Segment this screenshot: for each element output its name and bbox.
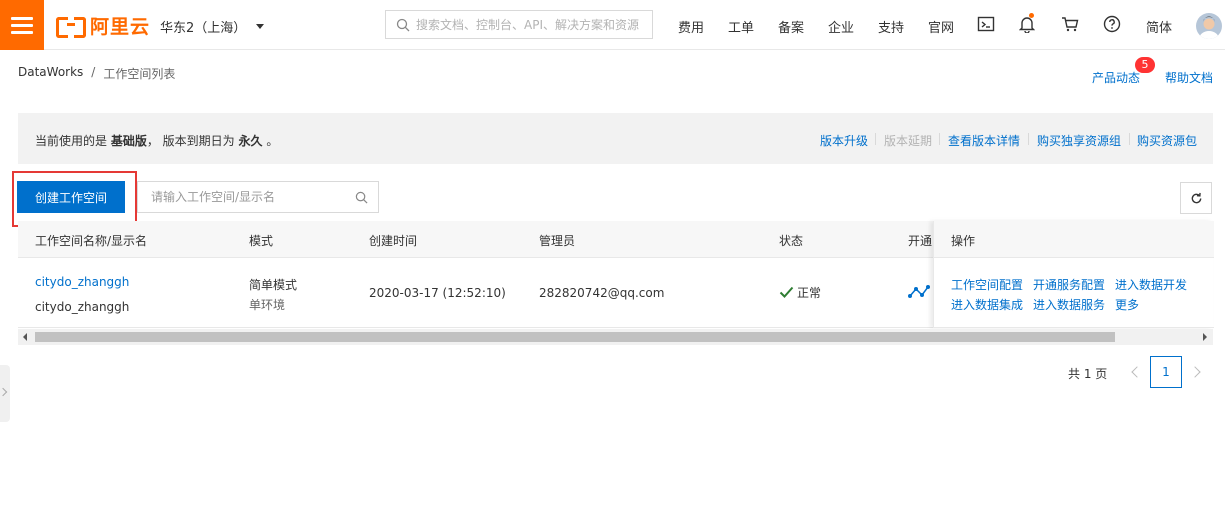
search-icon — [396, 18, 410, 31]
breadcrumb-root[interactable]: DataWorks — [18, 65, 83, 82]
horizontal-scrollbar[interactable] — [18, 329, 1213, 345]
edition-info-banner: 当前使用的是 基础版， 版本到期日为 永久 。 版本升级 版本延期 查看版本详情… — [18, 113, 1213, 164]
nav-icp[interactable]: 备案 — [778, 17, 804, 36]
breadcrumb-separator: / — [91, 65, 96, 79]
version-details-link[interactable]: 查看版本详情 — [948, 132, 1020, 149]
edition-suffix: 。 — [266, 134, 279, 148]
upgrade-link[interactable]: 版本升级 — [820, 132, 868, 149]
data-integration-link[interactable]: 进入数据集成 — [951, 296, 1023, 313]
global-search[interactable] — [385, 10, 653, 39]
edition-expiry: 永久 — [238, 134, 263, 148]
col-mode: 模式 — [249, 234, 274, 248]
nav-fees[interactable]: 费用 — [678, 17, 704, 36]
col-name: 工作空间名称/显示名 — [35, 234, 148, 248]
region-label: 华东2（上海） — [160, 21, 247, 36]
service-graph-icon[interactable] — [908, 284, 930, 300]
workspace-name-link[interactable]: citydo_zhanggh — [35, 275, 129, 289]
buy-resource-group-link[interactable]: 购买独享资源组 — [1037, 132, 1121, 149]
aliyun-logo[interactable]: 阿里云 — [56, 13, 151, 38]
workspace-admin: 282820742@qq.com — [539, 286, 665, 300]
workspace-created-time: 2020-03-17 (12:52:10) — [369, 286, 506, 300]
help-docs-link[interactable]: 帮助文档 — [1165, 69, 1213, 86]
col-created: 创建时间 — [369, 234, 418, 248]
status-text: 正常 — [797, 286, 822, 300]
nav-enterprise[interactable]: 企业 — [828, 17, 854, 36]
workspace-display-name: citydo_zhanggh — [35, 300, 130, 314]
more-actions-link[interactable]: 更多 — [1115, 296, 1139, 313]
page-1-button[interactable]: 1 — [1150, 356, 1182, 388]
divider — [1028, 133, 1029, 145]
notification-button[interactable] — [1018, 13, 1037, 34]
edition-middle: ， 版本到期日为 — [146, 134, 235, 148]
actions-column: 操作 工作空间配置 开通服务配置 进入数据开发 进入数据集成 进入数据服务 更多 — [933, 221, 1214, 328]
workspace-search-input[interactable] — [151, 190, 351, 204]
language-switch[interactable]: 简体 — [1146, 17, 1172, 36]
search-icon[interactable] — [355, 191, 368, 204]
refresh-icon — [1191, 192, 1201, 203]
col-status: 状态 — [779, 234, 804, 248]
region-selector[interactable]: 华东2（上海） — [160, 17, 265, 36]
buy-resource-pack-link[interactable]: 购买资源包 — [1137, 132, 1197, 149]
create-workspace-button[interactable]: 创建工作空间 — [17, 181, 125, 213]
data-development-link[interactable]: 进入数据开发 — [1115, 276, 1187, 293]
scroll-left-icon[interactable] — [23, 333, 27, 341]
actions-cell: 工作空间配置 开通服务配置 进入数据开发 进入数据集成 进入数据服务 更多 — [934, 258, 1214, 328]
product-news-link[interactable]: 产品动态 — [1092, 69, 1140, 86]
nav-tickets[interactable]: 工单 — [728, 17, 754, 36]
edition-name: 基础版 — [110, 134, 147, 148]
logo-text: 阿里云 — [90, 15, 151, 38]
refresh-button[interactable] — [1180, 182, 1212, 214]
sidebar-expand-handle[interactable] — [0, 365, 10, 422]
global-search-input[interactable] — [416, 17, 646, 32]
avatar[interactable] — [1196, 13, 1222, 39]
workspace-env: 单环境 — [249, 298, 286, 312]
scrollbar-thumb[interactable] — [35, 332, 1115, 342]
breadcrumb-current: 工作空间列表 — [103, 67, 176, 81]
aliyun-logo-mark — [56, 15, 86, 38]
help-icon[interactable] — [1103, 15, 1121, 33]
nav-official-site[interactable]: 官网 — [928, 17, 954, 36]
check-icon — [779, 286, 794, 298]
col-services: 开通 — [908, 234, 933, 248]
workspace-status: 正常 — [779, 284, 821, 301]
workspace-mode: 简单模式 — [249, 278, 298, 292]
actions-header: 操作 — [934, 221, 1214, 258]
col-admin: 管理员 — [539, 234, 576, 248]
total-pages: 共 1 页 — [1068, 367, 1108, 381]
cart-icon[interactable] — [1061, 15, 1079, 33]
divider — [939, 133, 940, 145]
menu-icon[interactable] — [0, 0, 44, 50]
next-page-icon[interactable] — [1190, 364, 1204, 380]
extend-link: 版本延期 — [884, 134, 933, 148]
service-config-link[interactable]: 开通服务配置 — [1033, 276, 1105, 293]
divider — [1129, 133, 1130, 145]
top-navigation-bar: 阿里云 华东2（上海） 费用 工单 备案 企业 支持 官网 简体 — [0, 0, 1225, 50]
data-service-link[interactable]: 进入数据服务 — [1033, 296, 1105, 313]
breadcrumb: DataWorks / 工作空间列表 — [18, 65, 175, 82]
scroll-right-icon[interactable] — [1203, 333, 1207, 341]
terminal-icon[interactable] — [977, 15, 995, 33]
col-actions: 操作 — [951, 234, 976, 248]
workspace-config-link[interactable]: 工作空间配置 — [951, 276, 1023, 293]
edition-info-text: 当前使用的是 基础版， 版本到期日为 永久 。 — [35, 132, 278, 149]
news-count-badge: 5 — [1135, 57, 1155, 73]
edition-prefix: 当前使用的是 — [35, 134, 108, 148]
chevron-down-icon — [256, 24, 265, 29]
workspace-table: 工作空间名称/显示名 模式 创建时间 管理员 状态 开通 citydo_zhan… — [18, 221, 1214, 328]
nav-support[interactable]: 支持 — [878, 17, 904, 36]
prev-page-icon[interactable] — [1129, 364, 1143, 380]
workspace-search — [137, 181, 379, 213]
notification-dot — [1029, 13, 1034, 18]
divider — [875, 133, 876, 145]
